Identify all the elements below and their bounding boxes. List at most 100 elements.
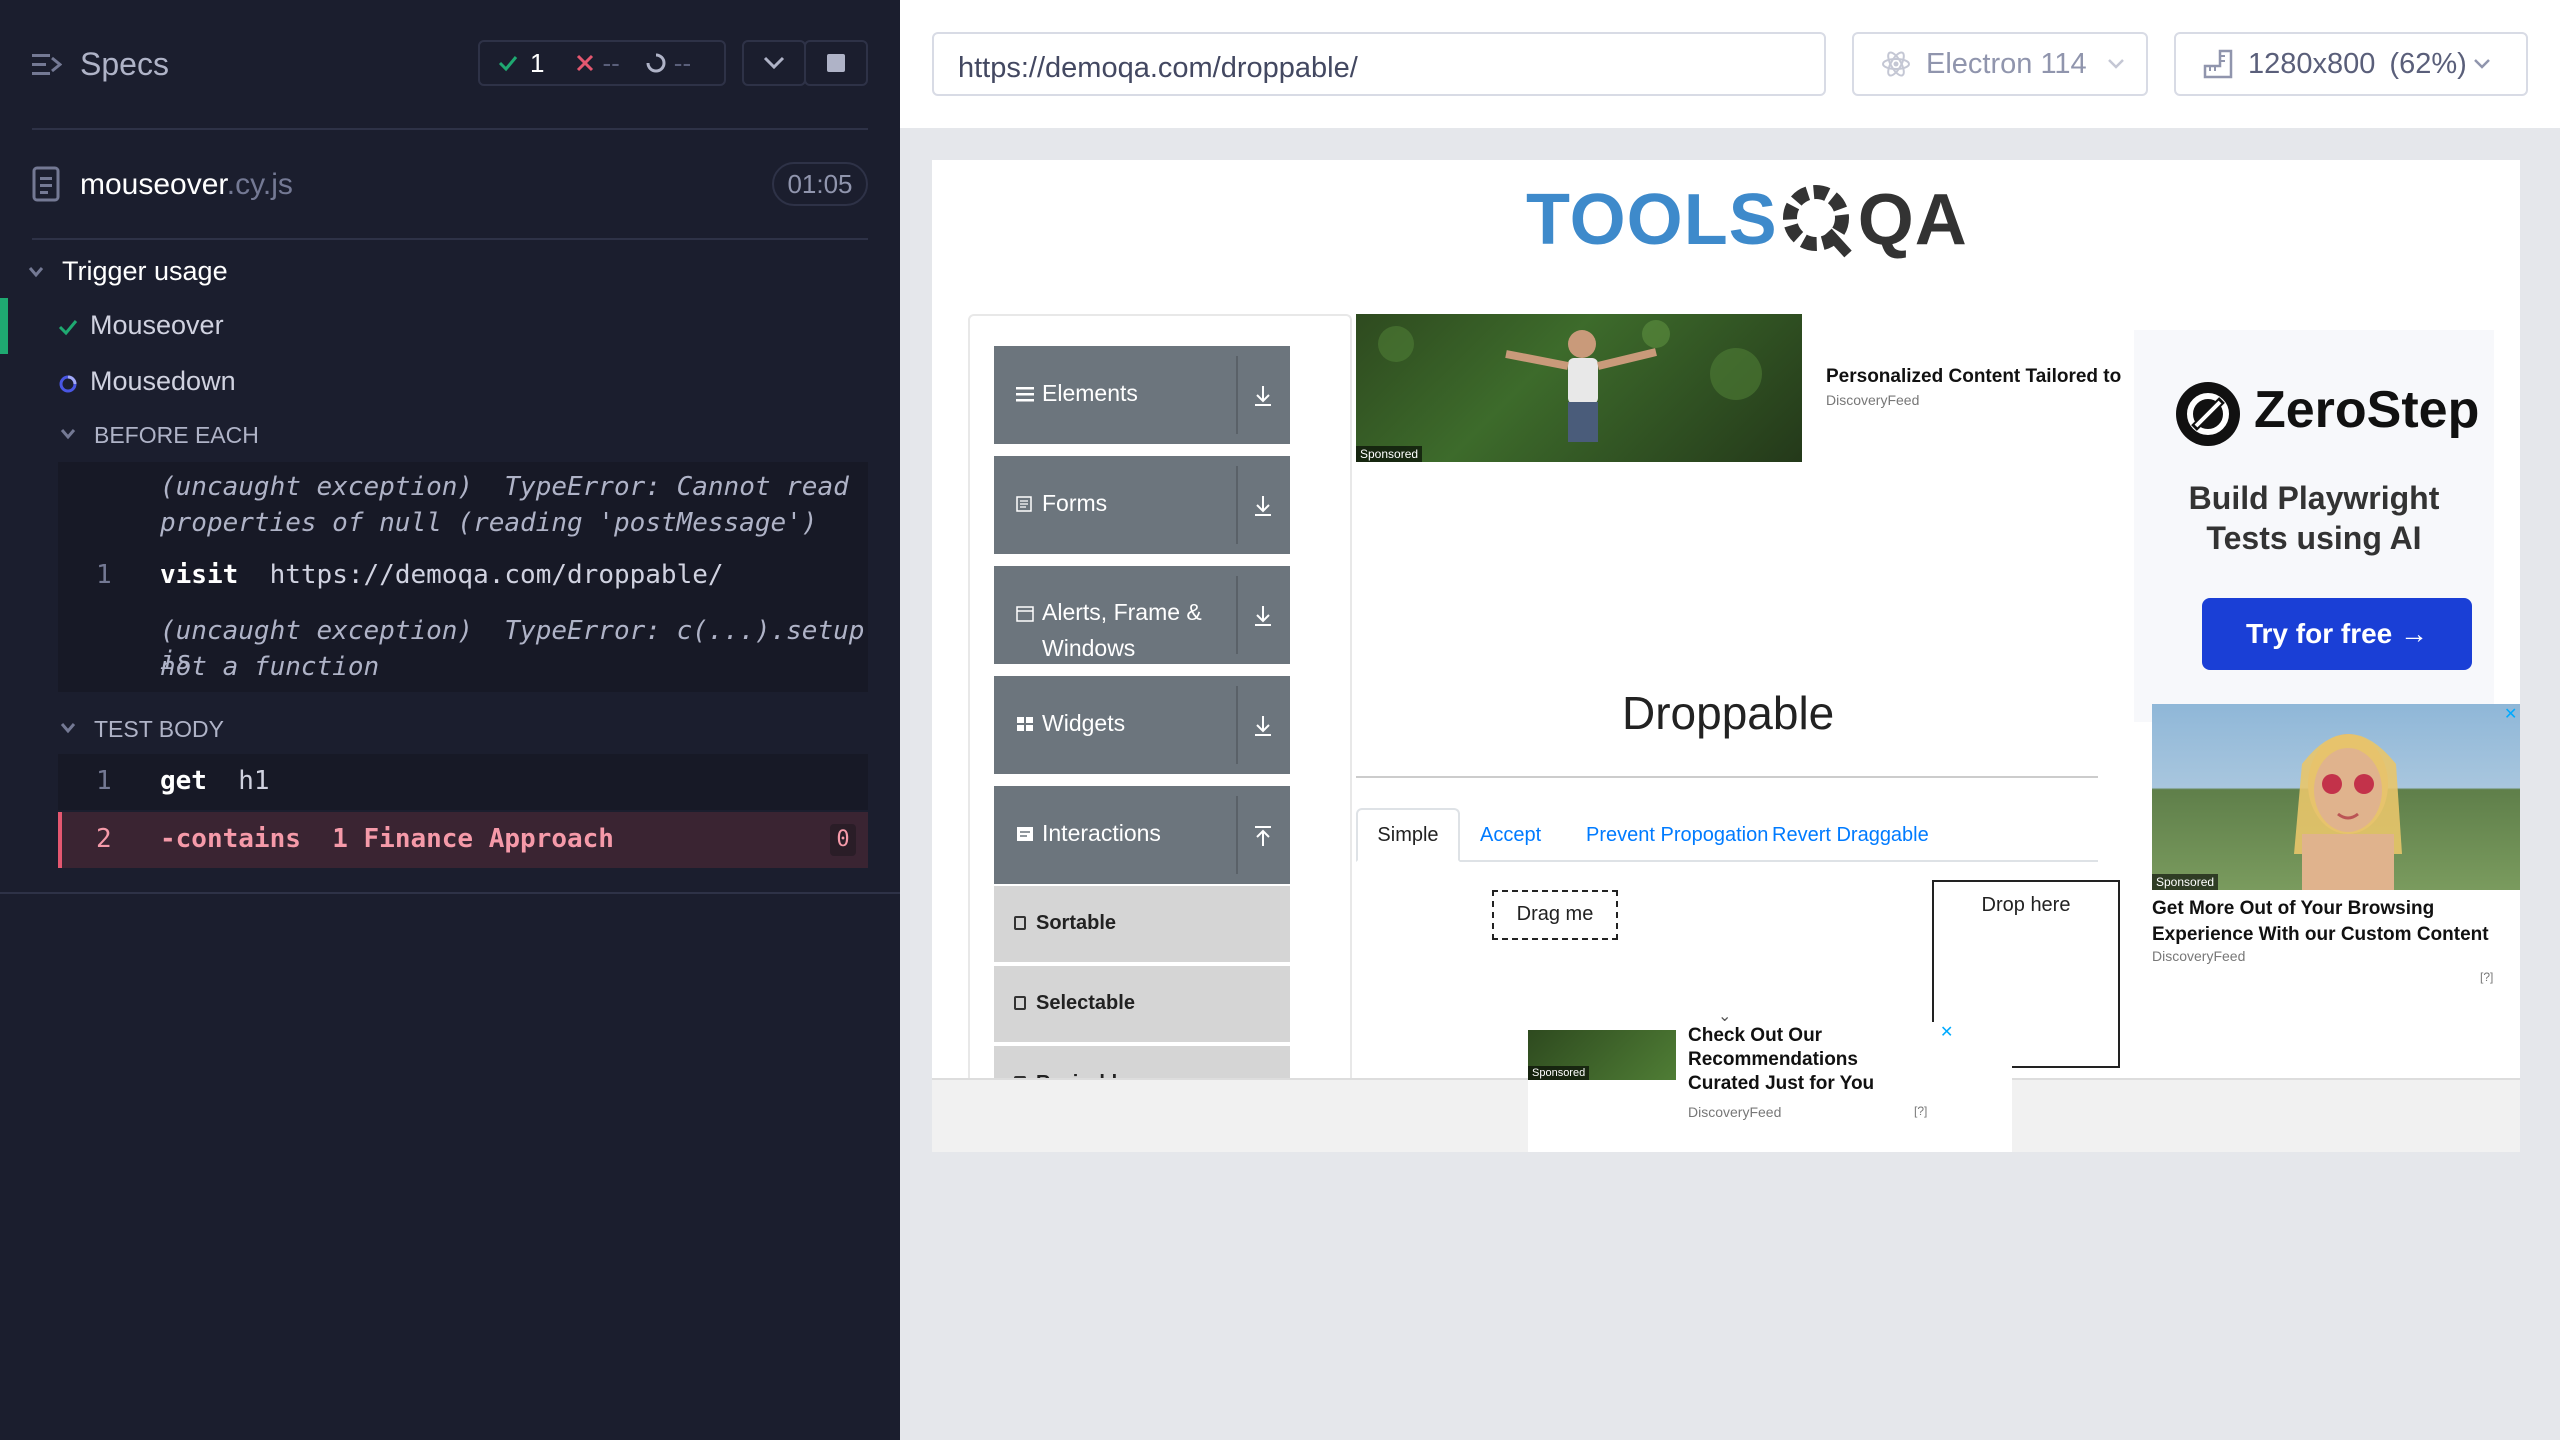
chevron-down-icon (763, 56, 785, 70)
person-jumping-image (1378, 320, 1762, 442)
element-count-badge: 0 (830, 824, 856, 856)
bottom-ad[interactable]: Sponsored Check Out Our Recommendations Cu… (1528, 1022, 2012, 1152)
chevron-down-icon (2107, 59, 2124, 69)
ad-heading-right[interactable]: Get More Out of Your Browsing Experience … (2152, 896, 2489, 948)
test-item-mousedown[interactable]: Mousedown (0, 354, 900, 410)
zerostep-tagline: Build Playwright Tests using AI (2188, 480, 2440, 556)
download-arrow-icon (1255, 386, 1271, 406)
check-icon (58, 320, 78, 336)
ad-image-top[interactable]: Sponsored (1356, 314, 1802, 462)
ad-source-right: DiscoveryFeed (2152, 948, 2246, 964)
ad-info-right[interactable]: [?] (2480, 970, 2493, 984)
specs-list-icon[interactable] (32, 52, 62, 78)
x-icon (577, 54, 594, 72)
passed-indicator (0, 298, 8, 354)
url-bar[interactable]: https://demoqa.com/droppable/ (932, 32, 1826, 96)
spec-duration: 01:05 (772, 162, 868, 206)
aut-viewport: TOOLS QA Elements Forms Alerts, Frame & Wi… (932, 160, 2520, 1152)
viewport-selector[interactable]: 1280x800 (62%) (2174, 32, 2528, 96)
command-log-panel: Specs 1 -- -- mouseover.cy.js 01:05 Trig… (0, 0, 900, 1440)
zerostep-logo-icon (2176, 382, 2240, 446)
window-icon (1016, 606, 1034, 622)
document-icon (32, 166, 60, 202)
ad-source-top: DiscoveryFeed (1826, 392, 1920, 408)
viewport-scale: (62%) (2389, 47, 2467, 80)
command-text: get h1 (160, 766, 270, 796)
test-item-mouseover[interactable]: Mouseover (0, 298, 900, 354)
collapse-button[interactable] (742, 40, 806, 86)
divider (32, 128, 868, 130)
failed-count: -- (602, 47, 620, 78)
nav-group-interactions[interactable]: Interactions (994, 786, 1290, 884)
command-number: 1 (96, 766, 112, 796)
spinner-icon (646, 53, 666, 73)
stop-icon (827, 54, 845, 72)
nav-group-alerts[interactable]: Alerts, Frame & Windows (994, 566, 1290, 664)
tab-revert-draggable[interactable]: Revert Draggable (1772, 824, 1929, 847)
chevron-down-icon (60, 429, 76, 440)
nav-group-elements[interactable]: Elements (994, 346, 1290, 444)
woman-sunglasses-image (2294, 734, 2402, 890)
specs-header: Specs 1 -- -- (0, 0, 900, 130)
interactions-icon (1017, 827, 1033, 841)
widgets-icon (1017, 717, 1033, 731)
test-stats: 1 -- -- (478, 40, 726, 86)
hook-before-each[interactable]: BEFORE EACH (0, 416, 900, 456)
command-get[interactable]: 1 get h1 (58, 754, 868, 810)
spec-file-header: mouseover.cy.js 01:05 (32, 162, 868, 212)
specs-label[interactable]: Specs (80, 46, 169, 83)
hook-label: BEFORE EACH (94, 422, 259, 448)
ad-image-right[interactable]: Sponsored (2152, 704, 2520, 890)
ad-close-icon[interactable]: ✕ (1940, 1022, 1953, 1042)
ad-heading-top[interactable]: Personalized Content Tailored to (1826, 366, 2121, 388)
passed-count: 1 (530, 47, 545, 78)
zerostep-ad[interactable]: ZeroStep Build Playwright Tests using AI … (2134, 330, 2494, 722)
hook-label: TEST BODY (94, 716, 224, 742)
nav-group-widgets[interactable]: Widgets (994, 676, 1290, 774)
check-icon (498, 56, 518, 72)
gear-logo-icon (1778, 178, 1858, 258)
page-title: Droppable (1622, 687, 1835, 739)
chevron-down-icon (60, 723, 76, 734)
spec-file-name: mouseover.cy.js (80, 168, 293, 201)
command-contains-failed[interactable]: 2 -contains 1 Finance Approach 0 (58, 812, 868, 868)
hook-test-body[interactable]: TEST BODY (0, 710, 900, 750)
tab-simple[interactable]: Simple (1356, 808, 1460, 862)
running-spinner-icon (59, 375, 77, 393)
draggable-box[interactable]: Drag me (1492, 890, 1618, 940)
tab-accept[interactable]: Accept (1480, 824, 1541, 847)
electron-icon (1882, 51, 1910, 77)
before-each-commands: (uncaught exception) TypeError: Cannot r… (58, 462, 868, 692)
chevron-down-icon (2473, 59, 2490, 69)
uncaught-exception-1[interactable]: (uncaught exception) TypeError: Cannot r… (160, 472, 849, 502)
browser-selector[interactable]: Electron 114 (1852, 32, 2148, 96)
title-divider (1356, 776, 2098, 778)
pending-stat: -- (646, 48, 691, 79)
ad-heading-bottom: Check Out Our Recommendations Curated Just… (1688, 1025, 1875, 1094)
command-visit[interactable]: visit https://demoqa.com/droppable/ (160, 560, 724, 590)
stop-button[interactable] (804, 40, 868, 86)
passed-stat: 1 (498, 48, 544, 79)
ad-info-bottom[interactable]: [?] (1914, 1104, 1927, 1118)
ad-close-icon[interactable]: ✕ (2504, 704, 2517, 724)
toolsqa-logo[interactable]: TOOLS QA (1526, 178, 1968, 261)
download-arrow-icon (1255, 496, 1271, 516)
tab-prevent-propogation[interactable]: Prevent Propogation (1586, 824, 1768, 847)
ad-source-bottom: DiscoveryFeed (1688, 1104, 1782, 1120)
sponsored-label: Sponsored (1356, 446, 1423, 462)
suite-row[interactable]: Trigger usage (0, 252, 900, 298)
test-label: Mousedown (90, 366, 236, 396)
command-number: 2 (96, 824, 112, 854)
command-text: -contains 1 Finance Approach (160, 824, 614, 854)
command-number: 1 (96, 560, 112, 590)
nav-item-selectable[interactable]: Selectable (994, 966, 1290, 1044)
pending-count: -- (673, 47, 692, 78)
viewport-size: 1280x800 (2248, 47, 2376, 80)
download-arrow-icon (1255, 606, 1271, 626)
failed-stat: -- (576, 47, 620, 79)
test-label: Mouseover (90, 310, 224, 340)
try-for-free-button[interactable]: Try for free → (2202, 598, 2472, 670)
hamburger-icon (1016, 387, 1034, 402)
nav-group-forms[interactable]: Forms (994, 456, 1290, 554)
nav-item-sortable[interactable]: Sortable (994, 886, 1290, 964)
